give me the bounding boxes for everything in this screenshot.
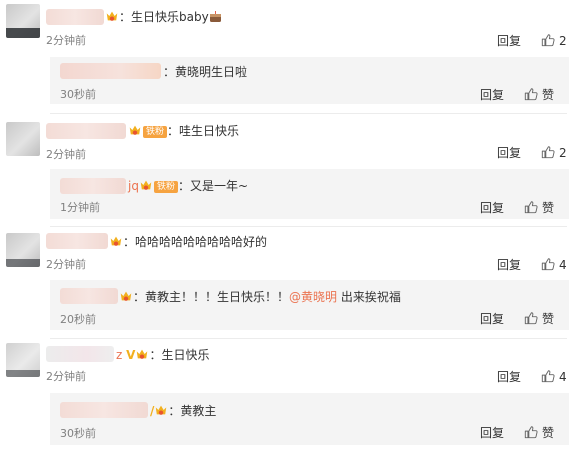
reply-button[interactable]: 回复 [480,425,504,441]
fan-badge: 铁粉 [153,181,178,193]
username-tail[interactable]: z [116,348,122,362]
avatar[interactable] [6,343,40,377]
thumbs-up-icon [524,200,538,214]
reply-button[interactable]: 回复 [497,257,521,273]
reply-button[interactable]: 回复 [497,369,521,385]
like-button[interactable]: 4 [541,257,567,273]
comment-line: ：生日快乐baby [105,9,222,25]
comment-item: 铁粉 ：哇生日快乐 2分钟前 回复 2 jq 铁粉 ：又是一年~ 1分钟前 回复 赞 [0,114,581,226]
vip-crown-icon [135,347,149,361]
like-label: 赞 [542,312,555,326]
comment-thread: ：生日快乐baby 2分钟前 回复 2 ：黄晓明生日啦 30秒前 回复 赞 铁粉… [0,0,581,452]
vip-crown-icon [154,403,168,417]
username-blurred[interactable] [46,9,104,25]
username-blurred[interactable] [60,63,161,79]
vip-crown-icon [119,289,133,303]
reply-line: jq 铁粉 ：又是一年~ [128,178,248,194]
comment-time: 2分钟前 [46,34,86,47]
thumbs-up-icon [524,425,538,439]
reply-line: ：黄教主！！！生日快乐！！@黄晓明 出来挨祝福 [119,289,401,305]
reply-text: ：黄教主！！！生日快乐！！ [133,290,290,304]
fan-badge: 铁粉 [143,126,168,138]
reply-text: ：黄晓明生日啦 [163,65,248,79]
reply-item: / ：黄教主 30秒前 回复 赞 [50,393,569,445]
comment-time: 2分钟前 [46,258,86,271]
like-button[interactable]: 4 [541,369,567,385]
reply-item: jq 铁粉 ：又是一年~ 1分钟前 回复 赞 [50,169,569,219]
like-button[interactable]: 赞 [524,87,554,103]
comment-line: ：哈哈哈哈哈哈哈哈哈好的 [109,234,267,250]
like-count: 2 [559,146,567,160]
reply-button[interactable]: 回复 [480,311,504,327]
reply-time: 30秒前 [60,88,96,101]
vip-crown-icon [109,234,123,248]
username-blurred[interactable] [60,402,148,418]
like-label: 赞 [542,88,555,102]
reply-text-tail: 出来挨祝福 [337,290,401,304]
comment-text: ：生日快乐 [149,348,210,362]
avatar[interactable] [6,4,40,38]
thumbs-up-icon [541,369,555,383]
like-count: 4 [559,258,567,272]
username-blurred[interactable] [60,178,126,194]
reply-time: 20秒前 [60,313,96,326]
thumbs-up-icon [541,33,555,47]
comment-item: ：生日快乐baby 2分钟前 回复 2 ：黄晓明生日啦 30秒前 回复 赞 [0,0,581,112]
username-blurred[interactable] [46,123,126,139]
mention-link[interactable]: @黄晓明 [289,290,337,304]
reply-item: ：黄晓明生日啦 30秒前 回复 赞 [50,57,569,104]
like-button[interactable]: 赞 [524,311,554,327]
reply-button[interactable]: 回复 [497,145,521,161]
comment-time: 2分钟前 [46,148,86,161]
thumbs-up-icon [524,311,538,325]
reply-button[interactable]: 回复 [480,87,504,103]
reply-text: ：又是一年~ [177,179,249,193]
vip-crown-icon [128,123,142,137]
comment-line: z V ：生日快乐 [116,347,209,363]
vip-crown-icon [139,178,153,192]
reply-text: ：黄教主 [168,404,217,418]
comment-text: ：哈哈哈哈哈哈哈哈哈好的 [123,235,268,249]
like-button[interactable]: 赞 [524,200,554,216]
thumbs-up-icon [541,257,555,271]
reply-username[interactable]: jq [128,179,139,193]
verified-v-icon: V [126,348,136,362]
reply-button[interactable]: 回复 [480,200,504,216]
like-count: 2 [559,34,567,48]
avatar[interactable] [6,233,40,267]
thumbs-up-icon [524,87,538,101]
reply-item: ：黄教主！！！生日快乐！！@黄晓明 出来挨祝福 20秒前 回复 赞 [50,280,569,330]
avatar[interactable] [6,122,40,156]
reply-line: / ：黄教主 [150,403,216,419]
reply-time: 30秒前 [60,427,96,440]
username-blurred[interactable] [46,233,108,249]
vip-crown-icon [105,9,119,23]
thumbs-up-icon [541,145,555,159]
like-button[interactable]: 赞 [524,425,554,441]
like-label: 赞 [542,201,555,215]
like-button[interactable]: 2 [541,145,567,161]
cake-emoji-icon [209,11,221,22]
comment-text: ：生日快乐baby [119,10,209,24]
like-count: 4 [559,370,567,384]
reply-button[interactable]: 回复 [497,33,521,49]
comment-text: ：哇生日快乐 [167,124,240,138]
comment-item: z V ：生日快乐 2分钟前 回复 4 /：黄教主 30秒前 回复 赞 [0,339,581,452]
comment-item: ：哈哈哈哈哈哈哈哈哈好的 2分钟前 回复 4 ：黄教主！！！生日快乐！！@黄晓明… [0,227,581,339]
comment-line: 铁粉 ：哇生日快乐 [128,123,239,139]
reply-time: 1分钟前 [60,201,100,214]
comment-time: 2分钟前 [46,370,86,383]
username-blurred[interactable] [46,346,114,362]
username-blurred[interactable] [60,288,118,304]
like-button[interactable]: 2 [541,33,567,49]
like-label: 赞 [542,426,555,440]
